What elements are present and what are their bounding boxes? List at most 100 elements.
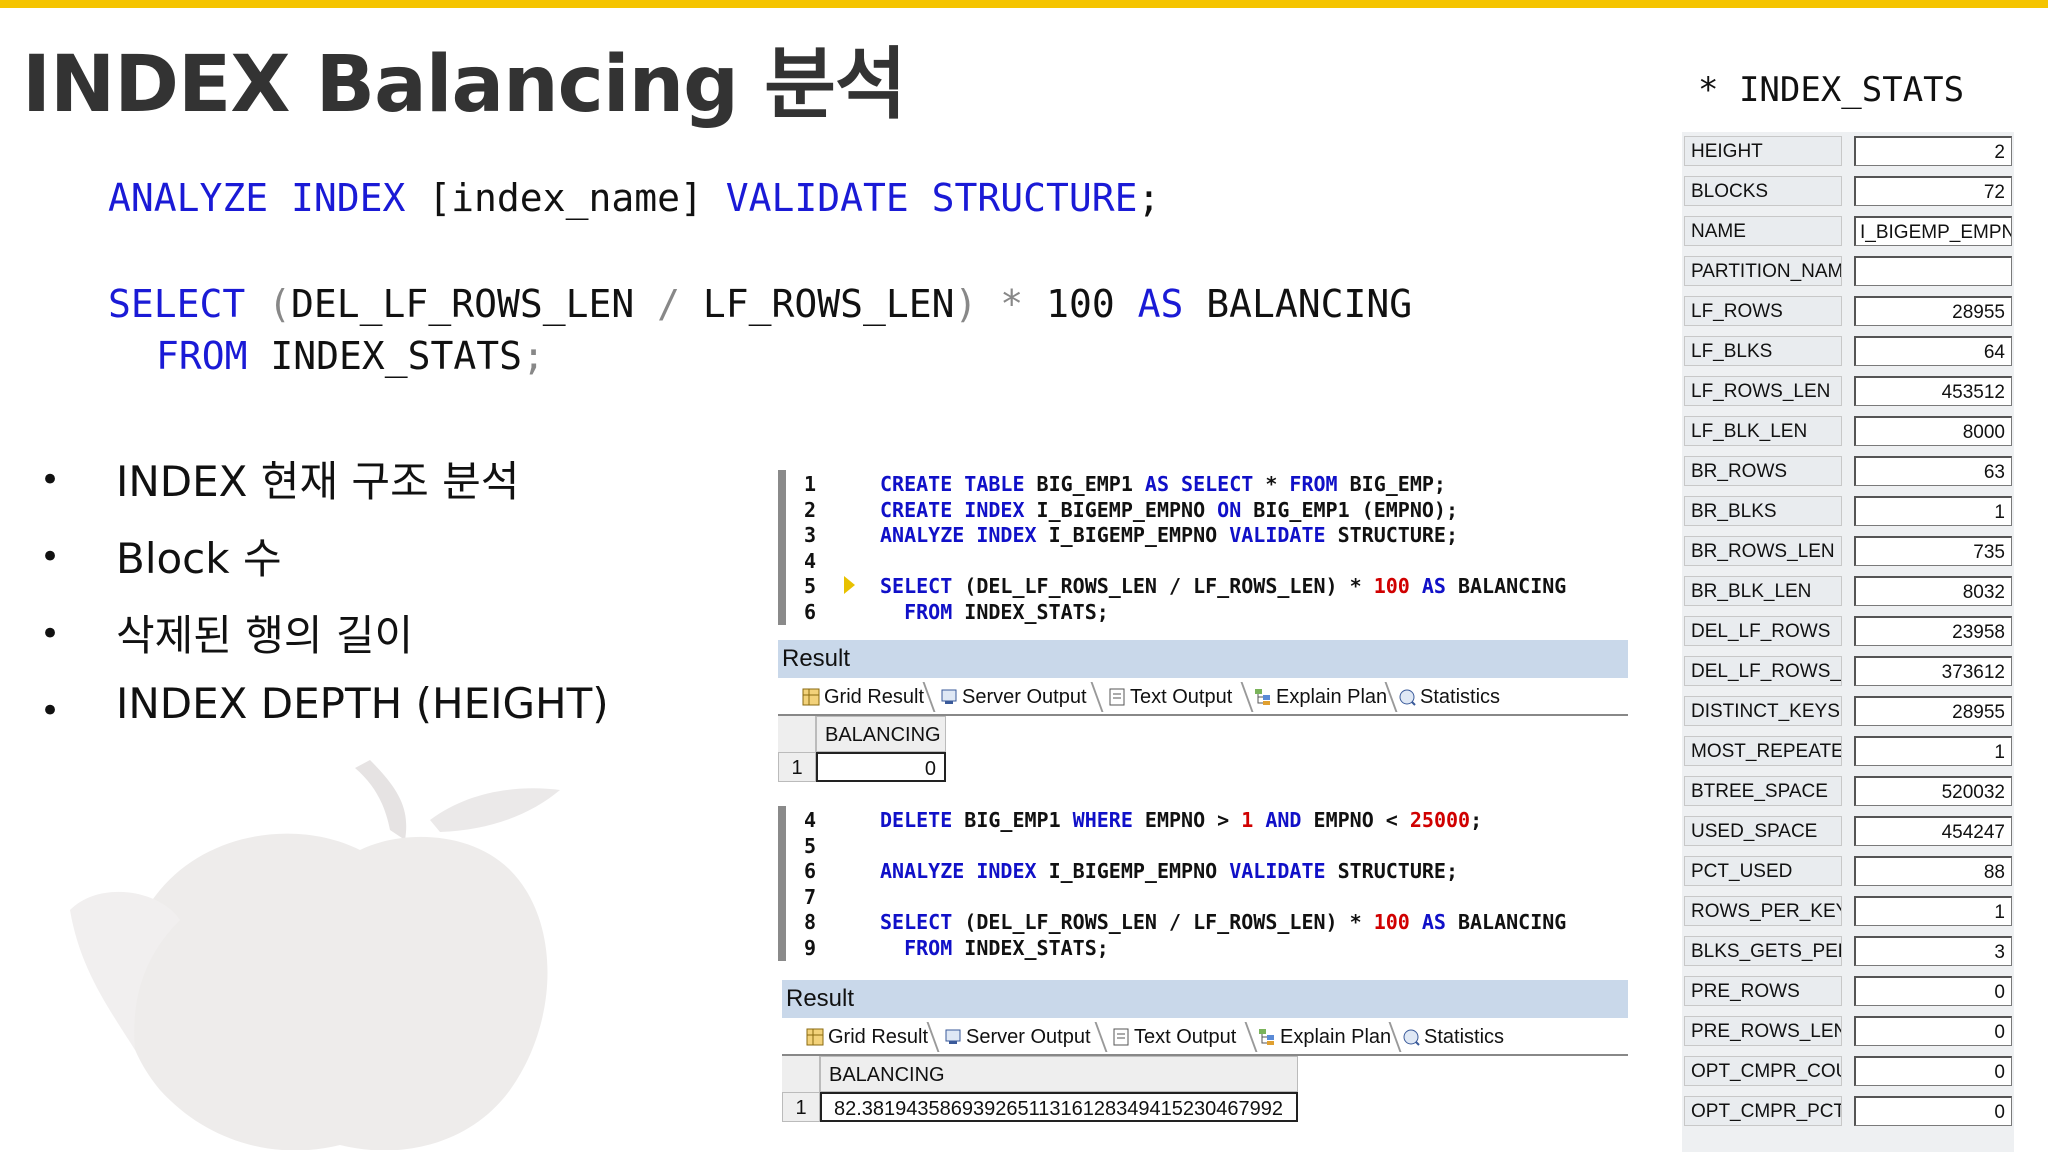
line-number: 5: [804, 833, 817, 858]
sql-editor-1[interactable]: 1 CREATE TABLE BIG_EMP1 AS SELECT * FROM …: [778, 470, 1628, 625]
code-text: ;: [1137, 176, 1161, 220]
tab-explain-plan[interactable]: Explain Plan: [1258, 1022, 1391, 1052]
result-grid-1[interactable]: BALANCING 1 0: [778, 716, 948, 786]
tab-server-output[interactable]: Server Output: [944, 1022, 1091, 1052]
stats-value-field[interactable]: 454247: [1854, 816, 2012, 846]
stats-label: MOST_REPEATEI: [1684, 736, 1842, 766]
stats-label: LF_BLK_LEN: [1684, 416, 1842, 446]
stats-label: LF_ROWS_LEN: [1684, 376, 1842, 406]
stats-value-field[interactable]: 0: [1854, 1096, 2012, 1126]
tab-statistics[interactable]: Statistics: [1402, 1022, 1504, 1052]
code-paren: ): [954, 282, 978, 326]
tab-statistics[interactable]: Statistics: [1398, 682, 1500, 712]
bullet-dot: •: [40, 614, 61, 654]
code-line: DELETE BIG_EMP1 WHERE EMPNO > 1 AND EMPN…: [880, 808, 1482, 832]
sql-keyword: VALIDATE: [1229, 523, 1326, 547]
stats-value-field[interactable]: I_BIGEMP_EMPNC: [1854, 216, 2012, 246]
grid-corner: [782, 1056, 820, 1092]
code-text: 100: [1046, 282, 1115, 326]
code-text: LF_ROWS_LEN: [702, 282, 955, 326]
grid-row-number: 1: [778, 752, 816, 782]
stats-value-field[interactable]: 735: [1854, 536, 2012, 566]
stats-value-field[interactable]: 8032: [1854, 576, 2012, 606]
grid-cell-value[interactable]: 0: [816, 752, 946, 782]
stats-value-field[interactable]: 72: [1854, 176, 2012, 206]
tab-server-output[interactable]: Server Output: [940, 682, 1087, 712]
stats-value-field[interactable]: 1: [1854, 896, 2012, 926]
stats-value-field[interactable]: 8000: [1854, 416, 2012, 446]
sql-keyword: SELECT: [880, 574, 953, 598]
stats-value-field[interactable]: [1854, 256, 2012, 286]
sql-number: 100: [1373, 910, 1410, 934]
stats-value-field[interactable]: 64: [1854, 336, 2012, 366]
line-number: 6: [804, 599, 817, 624]
code-line: FROM INDEX_STATS;: [880, 936, 1109, 960]
stats-value-field[interactable]: 1: [1854, 496, 2012, 526]
stats-row: LF_ROWS 28955: [1682, 292, 2014, 332]
stats-value-field[interactable]: 0: [1854, 976, 2012, 1006]
grid-cell-value[interactable]: 82.3819435869392651131612834941523046799…: [820, 1092, 1298, 1122]
stats-value-field[interactable]: 453512: [1854, 376, 2012, 406]
text-output-icon: [1112, 1025, 1130, 1046]
stats-row: BR_ROWS 63: [1682, 452, 2014, 492]
line-number: 2: [804, 497, 817, 522]
stats-row: NAME I_BIGEMP_EMPNC: [1682, 212, 2014, 252]
stats-row: BR_BLKS 1: [1682, 492, 2014, 532]
stats-value-field[interactable]: 63: [1854, 456, 2012, 486]
sql-number: 100: [1373, 574, 1410, 598]
stats-value-field[interactable]: 0: [1854, 1056, 2012, 1086]
tab-text-output[interactable]: Text Output: [1112, 1022, 1236, 1052]
code-line: SELECT (DEL_LF_ROWS_LEN / LF_ROWS_LEN) *…: [880, 910, 1566, 934]
stats-row: PCT_USED 88: [1682, 852, 2014, 892]
stats-label: NAME: [1684, 216, 1842, 246]
code-keyword: VALIDATE STRUCTURE: [725, 176, 1138, 220]
stats-row: BR_BLK_LEN 8032: [1682, 572, 2014, 612]
sql-keyword: CREATE INDEX: [880, 497, 1025, 522]
stats-value-field[interactable]: 28955: [1854, 296, 2012, 326]
code-line: SELECT (DEL_LF_ROWS_LEN / LF_ROWS_LEN) *…: [880, 574, 1566, 598]
stats-label: BR_ROWS: [1684, 456, 1842, 486]
result-grid-2[interactable]: BALANCING 1 82.3819435869392651131612834…: [782, 1056, 1302, 1126]
bullet-text: Block 수: [116, 534, 282, 583]
tab-grid-result[interactable]: Grid Result: [806, 1022, 928, 1052]
code-operator: /: [634, 282, 703, 326]
stats-value-field[interactable]: 373612: [1854, 656, 2012, 686]
stats-label: BR_BLK_LEN: [1684, 576, 1842, 606]
sql-editor-2[interactable]: 4 DELETE BIG_EMP1 WHERE EMPNO > 1 AND EMP…: [778, 806, 1628, 961]
stats-row: OPT_CMPR_PCTS 0: [1682, 1092, 2014, 1132]
editor-gutter: [778, 806, 786, 961]
tab-explain-plan[interactable]: Explain Plan: [1254, 682, 1387, 712]
code-line: ANALYZE INDEX I_BIGEMP_EMPNO VALIDATE ST…: [880, 523, 1458, 547]
stats-value-field[interactable]: 2: [1854, 136, 2012, 166]
stats-row: LF_BLKS 64: [1682, 332, 2014, 372]
stats-value-field[interactable]: 23958: [1854, 616, 2012, 646]
stats-value-field[interactable]: 88: [1854, 856, 2012, 886]
tab-grid-result[interactable]: Grid Result: [802, 682, 924, 712]
stats-label: USED_SPACE: [1684, 816, 1842, 846]
tab-label: Server Output: [966, 1026, 1091, 1048]
tab-label: Statistics: [1420, 686, 1501, 708]
sql-keyword: WHERE: [1072, 808, 1133, 832]
line-number: 5: [804, 574, 817, 598]
result-header-1: Result: [778, 640, 1628, 678]
grid-column-header[interactable]: BALANCING: [820, 1056, 1298, 1092]
sql-keyword: FROM: [904, 935, 953, 960]
stats-row: LF_BLK_LEN 8000: [1682, 412, 2014, 452]
code-operator: *: [977, 282, 1047, 326]
code-line: FROM INDEX_STATS;: [880, 600, 1109, 624]
grid-icon: [802, 685, 820, 706]
grid-column-header[interactable]: BALANCING: [816, 716, 946, 752]
code-text: BALANCING: [1183, 282, 1413, 326]
sql-text: BALANCING: [1445, 910, 1567, 934]
stats-value-field[interactable]: 28955: [1854, 696, 2012, 726]
line-number: 9: [804, 935, 817, 960]
stats-value-field[interactable]: 3: [1854, 936, 2012, 966]
sql-keyword: ANALYZE INDEX: [880, 523, 1037, 547]
sql-keyword: AS: [1409, 574, 1446, 598]
tab-text-output[interactable]: Text Output: [1108, 682, 1232, 712]
stats-row: PARTITION_NAM: [1682, 252, 2014, 292]
stats-value-field[interactable]: 1: [1854, 736, 2012, 766]
stats-row: HEIGHT 2: [1682, 132, 2014, 172]
stats-value-field[interactable]: 0: [1854, 1016, 2012, 1046]
stats-value-field[interactable]: 520032: [1854, 776, 2012, 806]
